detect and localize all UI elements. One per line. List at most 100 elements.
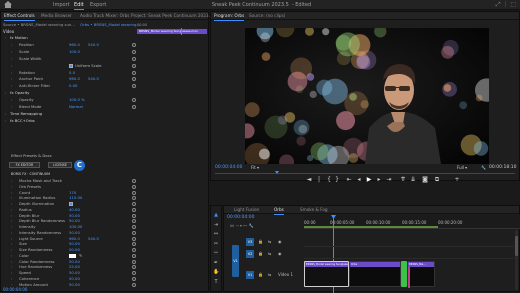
export-frame-icon[interactable]: ◙ bbox=[421, 176, 429, 184]
disclosure-triangle-icon[interactable]: › bbox=[5, 118, 6, 124]
param-value[interactable]: 50.00 bbox=[69, 282, 80, 288]
tab-project[interactable]: Project: Sneak Peek Continuum 2023.5 bbox=[131, 12, 213, 20]
keyframe-toggle-icon[interactable] bbox=[132, 190, 136, 195]
work-area-bar[interactable] bbox=[304, 226, 438, 228]
home-icon[interactable] bbox=[4, 1, 12, 8]
eye-icon-v2[interactable]: ◉ bbox=[278, 249, 282, 259]
program-timecode[interactable]: 00:00:04:00 bbox=[215, 165, 242, 171]
effect-param-row[interactable]: › Opacity 100.0 % bbox=[3, 97, 206, 103]
comparison-view-icon[interactable]: ⧉ bbox=[433, 176, 441, 184]
type-tool-icon[interactable]: T bbox=[213, 279, 219, 285]
keyframe-toggle-icon[interactable] bbox=[132, 236, 136, 241]
sync-icon-v3[interactable]: ⇆ bbox=[268, 237, 271, 247]
hand-tool-icon[interactable]: ✋ bbox=[213, 269, 219, 275]
effect-param-row[interactable]: › Position 960.0 540.0 bbox=[3, 42, 206, 48]
effect-param-row[interactable]: › Scale Width bbox=[3, 56, 206, 62]
tab-edit[interactable]: Edit bbox=[74, 1, 84, 10]
fit-dropdown[interactable]: Fit ▾ bbox=[251, 165, 259, 171]
license-button[interactable]: LICENSE bbox=[48, 162, 72, 168]
effect-presets-label[interactable]: Effect Presets & Docs bbox=[11, 153, 52, 159]
param-checkbox[interactable] bbox=[69, 63, 73, 68]
program-playhead[interactable] bbox=[275, 171, 279, 174]
param-value[interactable]: Normal bbox=[69, 104, 83, 110]
track-v3-label[interactable]: V3 bbox=[246, 238, 254, 246]
effect-param-row[interactable]: › Rotation 0.0 bbox=[3, 70, 206, 76]
keyframe-toggle-icon[interactable] bbox=[132, 219, 136, 224]
param-value[interactable]: 960.0 bbox=[69, 42, 80, 48]
effect-param-row[interactable]: › Anchor Point 960.0 540.0 bbox=[3, 76, 206, 82]
track-select-icon[interactable]: ⇥ bbox=[213, 222, 219, 228]
keyframe-toggle-icon[interactable] bbox=[132, 230, 136, 235]
track-v2-label[interactable]: V2 bbox=[246, 250, 254, 258]
add-button-icon[interactable]: + bbox=[453, 176, 461, 184]
keyframe-toggle-icon[interactable] bbox=[132, 242, 136, 247]
disclosure-triangle-icon[interactable]: › bbox=[5, 90, 6, 96]
lock-icon-v2[interactable]: 🔒 bbox=[258, 249, 263, 259]
keyframe-toggle-icon[interactable] bbox=[132, 105, 136, 109]
keyframe-toggle-icon[interactable] bbox=[132, 56, 136, 61]
go-to-out-icon[interactable]: ⇥ bbox=[385, 176, 393, 184]
go-to-in-icon[interactable]: ⇤ bbox=[345, 176, 353, 184]
slip-tool-icon[interactable]: ⇿ bbox=[213, 250, 219, 256]
timeline-vscroll-thumb[interactable] bbox=[515, 236, 518, 256]
mark-in-icon[interactable]: ◄ bbox=[305, 176, 313, 184]
tab-media-browser[interactable]: Media Browser bbox=[41, 12, 72, 20]
keyframe-toggle-icon[interactable] bbox=[132, 259, 136, 264]
param-value-2[interactable]: Uniform Scale bbox=[75, 63, 102, 69]
keyframe-toggle-icon[interactable] bbox=[132, 184, 136, 189]
keyframe-toggle-icon[interactable] bbox=[132, 248, 136, 252]
keyframe-toggle-icon[interactable] bbox=[132, 282, 136, 287]
timeline-ruler[interactable]: 00:00 00:00:05:00 00:00:10:00 00:00:15:0… bbox=[304, 215, 520, 229]
param-value-2[interactable]: 540.0 bbox=[88, 76, 99, 82]
settings-wrench-icon[interactable]: 🔧 bbox=[481, 165, 486, 171]
mark-in-bracket-icon[interactable]: { bbox=[325, 176, 333, 184]
tab-orbs[interactable]: Orbs bbox=[274, 206, 284, 215]
keyframe-toggle-icon[interactable] bbox=[132, 271, 136, 275]
sync-icon-v1[interactable]: ⇆ bbox=[268, 261, 271, 289]
keyframe-toggle-icon[interactable] bbox=[132, 42, 136, 47]
track-v1-label[interactable]: V1 bbox=[246, 271, 254, 279]
program-video-frame[interactable] bbox=[245, 28, 489, 164]
effect-param-row[interactable]: › Uniform Scale bbox=[3, 63, 206, 69]
timeline-clip-orbs[interactable]: Orbs bbox=[349, 261, 401, 287]
keyframe-toggle-icon[interactable] bbox=[132, 84, 136, 89]
keyframe-toggle-icon[interactable] bbox=[132, 225, 136, 229]
timeline-clip-black[interactable]: BRSNS_Bla... bbox=[407, 261, 435, 288]
add-marker-icon[interactable]: | bbox=[315, 176, 323, 184]
keyframe-toggle-icon[interactable] bbox=[132, 179, 136, 183]
tab-source[interactable]: Source: (no clips) bbox=[249, 12, 285, 20]
disclosure-triangle-icon[interactable]: › bbox=[11, 70, 12, 76]
disclosure-triangle-icon[interactable]: › bbox=[11, 76, 12, 82]
lane-v3[interactable] bbox=[304, 237, 514, 247]
keyframe-toggle-icon[interactable] bbox=[132, 213, 136, 218]
timeline-clip-model[interactable]: BRSNS_Model wearing Sunglasses.mov bbox=[304, 261, 349, 287]
keyframe-toggle-icon[interactable] bbox=[132, 265, 136, 270]
ripple-edit-icon[interactable]: ↔ bbox=[213, 231, 219, 237]
mark-out-bracket-icon[interactable]: } bbox=[333, 176, 341, 184]
keyframe-toggle-icon[interactable] bbox=[132, 63, 136, 68]
disclosure-triangle-icon[interactable]: › bbox=[11, 97, 12, 103]
disclosure-triangle-icon[interactable]: › bbox=[11, 42, 12, 48]
eye-icon-v3[interactable]: ◉ bbox=[278, 237, 282, 247]
razor-tool-icon[interactable]: ✂ bbox=[213, 241, 219, 247]
keyframe-toggle-icon[interactable] bbox=[132, 202, 136, 206]
disclosure-triangle-icon[interactable]: › bbox=[11, 63, 12, 69]
param-value[interactable]: 100.0 % bbox=[69, 97, 85, 103]
clip-label[interactable]: Orbs • BRSNS_Model wearing... bbox=[80, 22, 140, 27]
tab-effect-controls[interactable]: Effect Controls bbox=[4, 12, 35, 21]
tab-smoke-fog[interactable]: Smoke & Fog bbox=[300, 206, 328, 214]
param-value[interactable]: 0.0 bbox=[69, 70, 75, 76]
disclosure-triangle-icon[interactable]: › bbox=[5, 111, 6, 117]
keyframe-toggle-icon[interactable] bbox=[132, 253, 136, 258]
disclosure-triangle-icon[interactable]: › bbox=[11, 104, 12, 110]
effect-param-row[interactable]: › Blend Mode Normal bbox=[3, 104, 206, 110]
ec-mini-clip[interactable]: BRSNS_Model wearing Sunglasses.mov bbox=[137, 29, 207, 34]
quality-dropdown[interactable]: Full ▾ bbox=[457, 165, 467, 171]
param-value-2[interactable]: 540.0 bbox=[88, 42, 99, 48]
snap-icons[interactable]: ⋈ ⊸ ▾ ⊷ 🔧 bbox=[230, 223, 253, 228]
effect-param-row[interactable]: › fx Motion bbox=[3, 35, 206, 41]
tab-program[interactable]: Program: Orbs bbox=[214, 12, 245, 21]
param-checkbox[interactable] bbox=[69, 202, 73, 206]
effect-param-row[interactable]: › fx Opacity bbox=[3, 90, 206, 96]
timeline-timecode[interactable]: 00:00:04:00 bbox=[227, 215, 254, 221]
